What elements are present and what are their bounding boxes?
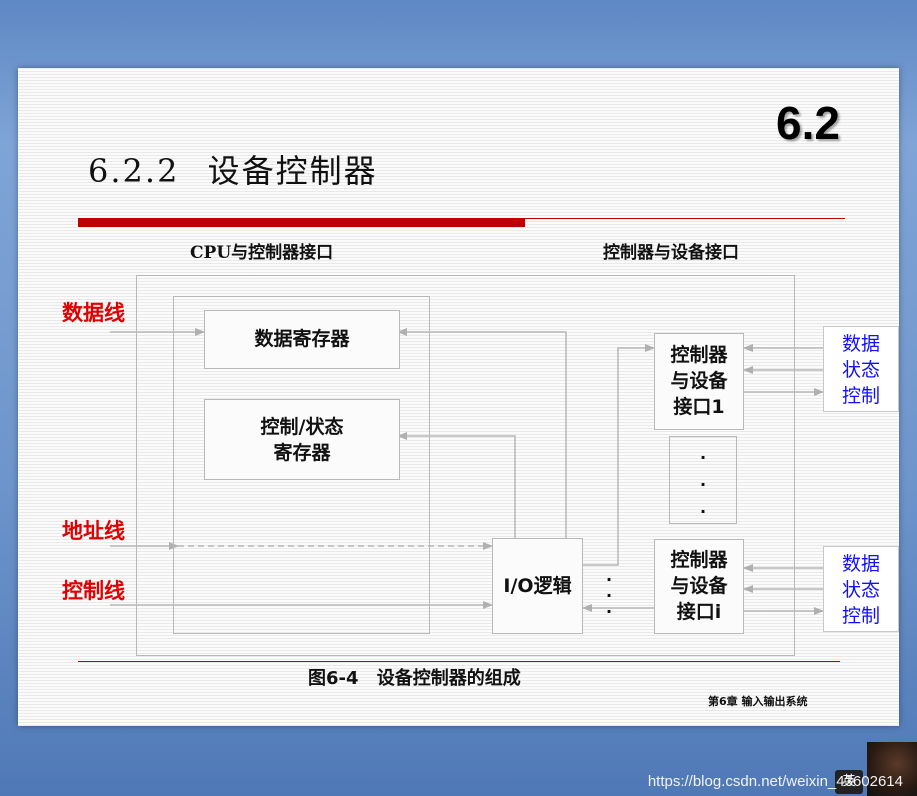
interface-i-line-1: 控制器	[670, 549, 728, 571]
label-data-line: 数据线	[62, 301, 125, 325]
slide: 6.2 6.2.2 设备控制器 CPU与控制器接口 控制器与设备接口 数据寄存器…	[18, 68, 899, 726]
device-signals-1-box: 数据 状态 控制	[823, 326, 899, 412]
device-signal-1-data: 数据	[841, 333, 880, 355]
data-register-label: 数据寄存器	[254, 328, 350, 350]
interface-1-line-3: 接口1	[673, 396, 725, 418]
control-status-register-line-2: 寄存器	[273, 442, 331, 464]
interface-i-line-3: 接口i	[676, 601, 722, 623]
interface-1-box: 控制器 与设备 接口1	[654, 333, 744, 430]
io-ellipsis-dot-3: .	[606, 598, 613, 617]
control-status-register-line-1: 控制/状态	[260, 416, 344, 438]
device-signal-i-control: 控制	[841, 605, 880, 627]
device-signal-i-data: 数据	[841, 553, 880, 575]
interface-1-line-1: 控制器	[670, 344, 728, 366]
ellipsis-dot-1: .	[700, 444, 707, 463]
data-register-box: 数据寄存器	[204, 310, 400, 369]
ellipsis-dot-2: .	[700, 471, 707, 490]
interface-i-line-2: 与设备	[670, 575, 728, 597]
device-signal-1-control: 控制	[841, 385, 880, 407]
device-signals-i-box: 数据 状态 控制	[823, 546, 899, 632]
interface-i-box: 控制器 与设备 接口i	[654, 539, 744, 634]
ellipsis-dot-3: .	[700, 498, 707, 517]
bottom-divider	[78, 661, 840, 662]
figure-caption: 图6-4 设备控制器的组成	[308, 668, 521, 689]
label-control-line: 控制线	[62, 579, 125, 603]
label-address-line: 地址线	[62, 519, 125, 543]
io-logic-box: I/O逻辑	[492, 538, 583, 634]
interface-1-line-2: 与设备	[670, 370, 728, 392]
control-status-register-box: 控制/状态 寄存器	[204, 399, 400, 480]
chapter-footer: 第6章 输入输出系统	[708, 695, 808, 708]
watermark: https://blog.csdn.net/weixin_43602614	[647, 773, 903, 790]
io-logic-label: I/O逻辑	[503, 575, 572, 597]
device-signal-i-status: 状态	[841, 579, 880, 601]
device-signal-1-status: 状态	[841, 359, 880, 381]
